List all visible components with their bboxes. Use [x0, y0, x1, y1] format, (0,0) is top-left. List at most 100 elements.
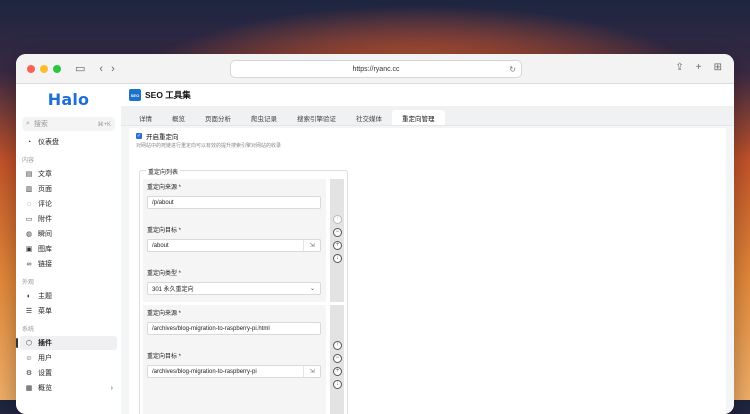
- new-tab-icon[interactable]: +: [696, 62, 702, 73]
- close-window-button[interactable]: [27, 64, 35, 73]
- sidebar-item-label: 评论: [38, 201, 52, 208]
- redirect-list-title: 重定向列表: [146, 167, 181, 176]
- tab-crawler-log[interactable]: 爬虫记录: [241, 110, 287, 125]
- minimize-window-button[interactable]: [40, 64, 48, 73]
- settings-icon: ⚙: [25, 370, 33, 377]
- sidebar-item-label: 设置: [38, 370, 52, 377]
- user-icon: ☺: [25, 354, 33, 362]
- tab-details[interactable]: 详情: [129, 110, 162, 125]
- sidebar-item-pages[interactable]: ▥ 页面: [20, 182, 117, 196]
- source-input[interactable]: /archives/blog-migration-to-raspberry-pi…: [147, 322, 321, 335]
- forward-icon[interactable]: ›: [111, 63, 115, 75]
- dashboard-icon: ◔: [26, 138, 32, 146]
- search-placeholder: 搜索: [33, 121, 48, 128]
- sidebar-item-users[interactable]: ☺ 用户: [20, 351, 117, 365]
- link-picker-icon[interactable]: ⇲: [303, 240, 320, 251]
- maximize-window-button[interactable]: [53, 64, 61, 73]
- reload-icon[interactable]: ↻: [509, 65, 516, 74]
- redirect-type-value: 301 永久重定向: [152, 287, 194, 293]
- redirect-type-select[interactable]: 301 永久重定向 ⌄: [147, 282, 321, 295]
- search-shortcut: ⌘+K: [97, 121, 111, 128]
- page-icon: ▥: [25, 186, 33, 193]
- redirect-rule: 重定向来源 * /archives/blog-migration-to-rasp…: [143, 305, 326, 414]
- window-controls: [27, 64, 61, 73]
- tab-overview-icon[interactable]: ⊞: [714, 62, 722, 73]
- move-down-icon[interactable]: ↓: [333, 380, 342, 389]
- share-icon[interactable]: ⇪: [675, 62, 683, 73]
- target-input[interactable]: /about ⇲: [147, 239, 321, 252]
- target-value: /about: [152, 242, 169, 249]
- tab-redirect-management[interactable]: 重定向管理: [392, 110, 445, 125]
- comment-icon: ◌: [26, 200, 32, 208]
- tab-page-analysis[interactable]: 页面分析: [195, 110, 241, 125]
- sidebar-item-label: 页面: [38, 186, 52, 193]
- search-input[interactable]: ⌕ 搜索 ⌘+K: [22, 117, 115, 131]
- gallery-icon: ▣: [25, 246, 33, 253]
- page-header: SEO SEO 工具集: [121, 84, 734, 106]
- tab-overview[interactable]: 概览: [162, 110, 195, 125]
- sidebar-item-label: 链接: [38, 261, 52, 268]
- sidebar-item-posts[interactable]: ▤ 文章: [20, 167, 117, 181]
- sidebar-item-label: 瞬间: [38, 231, 52, 238]
- sidebar-item-attachments[interactable]: ▭ 附件: [20, 212, 117, 226]
- plugin-icon: ⬡: [25, 340, 33, 347]
- sidebar-item-label: 插件: [38, 340, 52, 347]
- add-rule-icon[interactable]: +: [333, 367, 342, 376]
- overview-icon: ▦: [25, 385, 33, 392]
- sidebar-item-menus[interactable]: ☰ 菜单: [20, 304, 117, 318]
- source-value: /p/about: [152, 199, 174, 206]
- sidebar-toggle-icon[interactable]: ▭: [75, 62, 85, 75]
- sidebar-item-label: 菜单: [38, 308, 52, 315]
- halo-logo[interactable]: Halo: [16, 90, 121, 109]
- sidebar-item-label: 主题: [38, 293, 52, 300]
- tab-search-engine-verification[interactable]: 搜索引擎验证: [287, 110, 346, 125]
- sidebar-item-dashboard[interactable]: ◔ 仪表盘: [20, 135, 117, 149]
- browser-titlebar: ▭ ‹ › https://ryanc.cc ↻ ⇪ + ⊞: [16, 54, 734, 84]
- sidebar-item-label: 仪表盘: [38, 139, 59, 146]
- browser-window: ▭ ‹ › https://ryanc.cc ↻ ⇪ + ⊞ Halo ⌕ 搜索…: [16, 54, 734, 414]
- sidebar-item-overview[interactable]: ▦ 概览 ›: [20, 381, 117, 395]
- tab-social-media[interactable]: 社交媒体: [346, 110, 392, 125]
- main-panel: SEO SEO 工具集 详情 概览 页面分析 爬虫记录 搜索引擎验证 社交媒体 …: [121, 84, 734, 414]
- source-input[interactable]: /p/about: [147, 196, 321, 209]
- sidebar-item-plugins[interactable]: ⬡ 插件: [16, 336, 117, 350]
- type-label: 重定向类型 *: [147, 271, 182, 277]
- link-picker-icon[interactable]: ⇲: [303, 366, 320, 377]
- sidebar-item-label: 用户: [38, 355, 52, 362]
- address-bar[interactable]: https://ryanc.cc ↻: [230, 60, 522, 78]
- sidebar-item-moments[interactable]: ◍ 瞬间: [20, 227, 117, 241]
- sidebar-item-themes[interactable]: ◐ 主题: [20, 289, 117, 303]
- target-value: /archives/blog-migration-to-raspberry-pi: [152, 368, 257, 375]
- sidebar-item-label: 文章: [38, 171, 52, 178]
- back-icon[interactable]: ‹: [99, 63, 103, 75]
- enable-redirect-checkbox[interactable]: ✓: [136, 133, 142, 139]
- moment-icon: ◍: [25, 231, 33, 238]
- redirect-rule: 重定向来源 * /p/about 重定向目标 * /about ⇲ 重定向类型 *…: [143, 179, 326, 302]
- add-rule-icon[interactable]: +: [333, 241, 342, 250]
- chevron-right-icon: ›: [110, 384, 113, 392]
- move-down-icon[interactable]: ↓: [333, 254, 342, 263]
- remove-rule-icon[interactable]: −: [333, 354, 342, 363]
- sidebar-item-settings[interactable]: ⚙ 设置: [20, 366, 117, 380]
- move-up-icon[interactable]: ↑: [333, 341, 342, 350]
- remove-rule-icon[interactable]: −: [333, 228, 342, 237]
- sidebar-item-links[interactable]: ∞ 链接: [20, 257, 117, 271]
- target-input[interactable]: /archives/blog-migration-to-raspberry-pi…: [147, 365, 321, 378]
- sidebar-item-label: 概览: [38, 385, 52, 392]
- enable-redirect-description: 对网站中的死链进行重定向可以有效的提升搜索引擎对网站的收录: [136, 143, 282, 149]
- target-label: 重定向目标 *: [147, 228, 182, 234]
- seo-plugin-icon: SEO: [129, 89, 141, 101]
- link-icon: ∞: [26, 260, 32, 268]
- move-up-icon[interactable]: ↑: [333, 215, 342, 224]
- search-icon: ⌕: [26, 120, 30, 127]
- page-title: SEO 工具集: [145, 90, 191, 100]
- chevron-down-icon: ⌄: [309, 286, 315, 292]
- source-value: /archives/blog-migration-to-raspberry-pi…: [152, 325, 270, 332]
- menu-icon: ☰: [25, 308, 33, 315]
- attachment-icon: ▭: [25, 216, 33, 223]
- sidebar-item-gallery[interactable]: ▣ 图库: [20, 242, 117, 256]
- browser-toolbar-right: ⇪ + ⊞: [675, 62, 722, 73]
- nav-group-content: 内容: [22, 158, 35, 164]
- sidebar-item-comments[interactable]: ◌ 评论: [20, 197, 117, 211]
- source-label: 重定向来源 *: [147, 311, 182, 317]
